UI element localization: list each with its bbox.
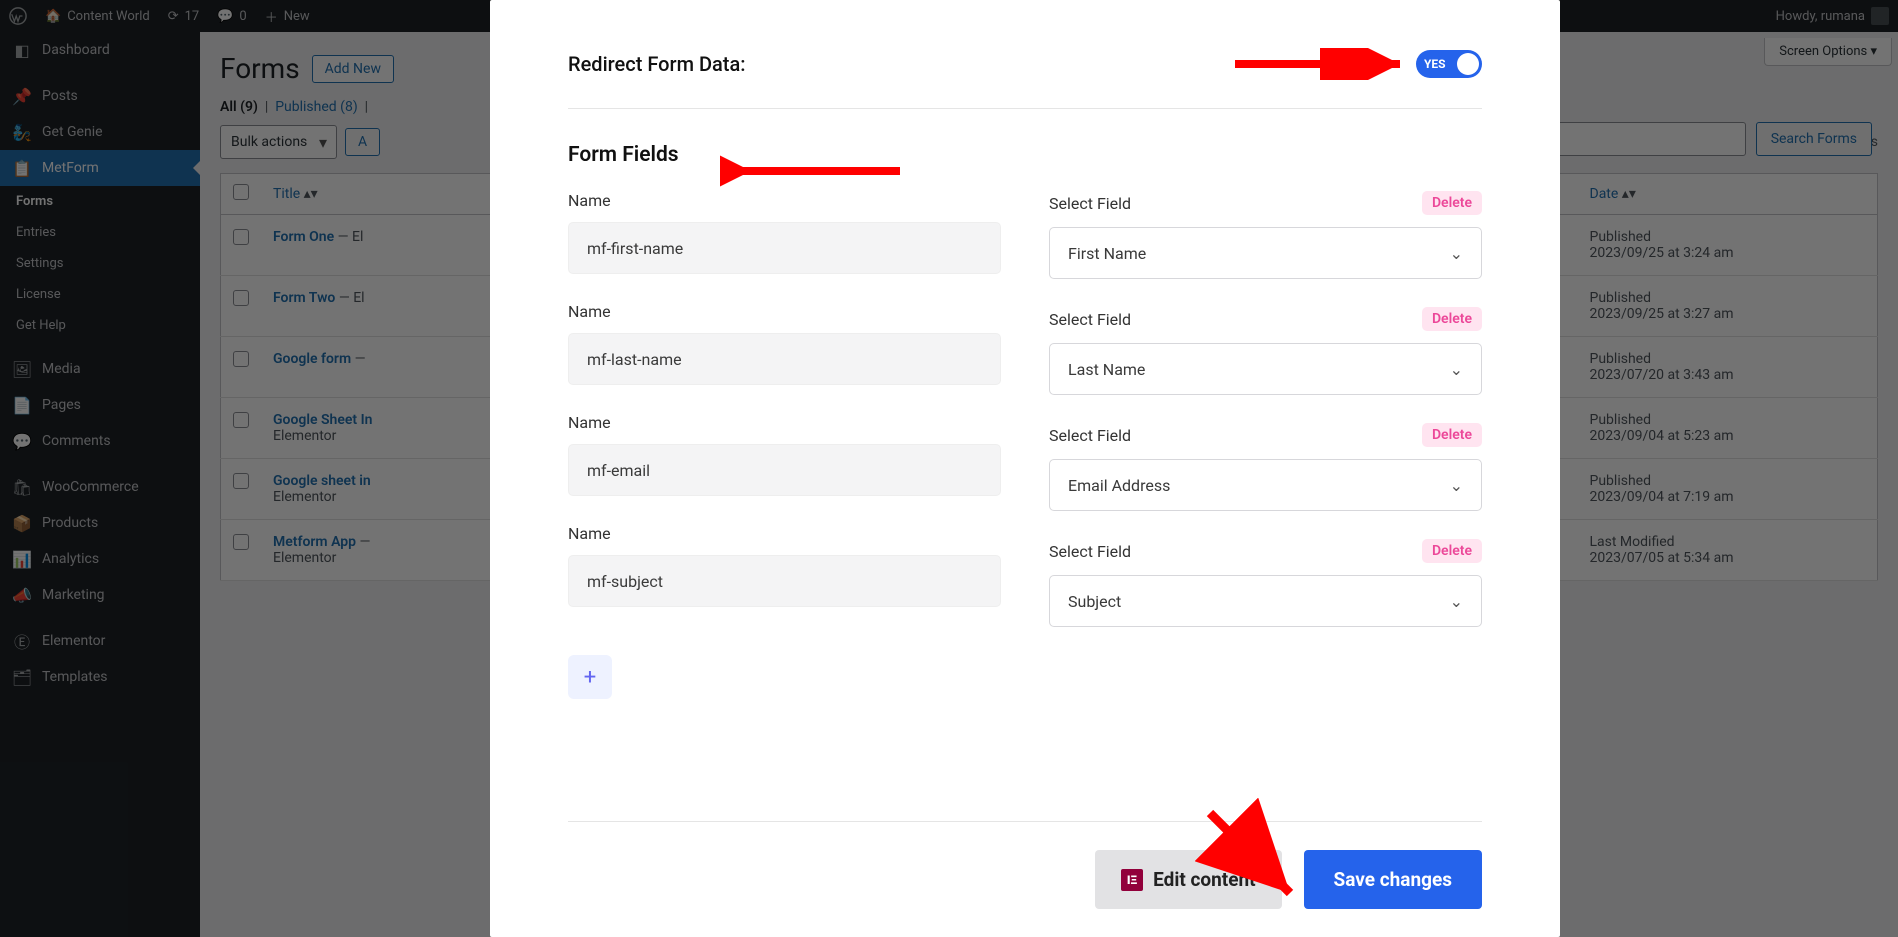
name-label: Name [568,302,1001,321]
delete-field-button[interactable]: Delete [1422,539,1482,563]
annotation-arrow [1195,798,1315,918]
form-fields-heading: Form Fields [568,143,1482,167]
redirect-label: Redirect Form Data: [568,52,746,76]
chevron-down-icon: ⌄ [1450,360,1463,379]
select-field-dropdown[interactable]: Email Address⌄ [1049,459,1482,511]
field-name-input[interactable] [568,444,1001,496]
elementor-icon: IΞ [1121,869,1143,891]
select-field-dropdown[interactable]: Last Name⌄ [1049,343,1482,395]
delete-field-button[interactable]: Delete [1422,307,1482,331]
redirect-toggle[interactable]: YES [1416,50,1482,78]
save-changes-button[interactable]: Save changes [1304,850,1482,909]
select-field-label: Select Field [1049,426,1131,445]
chevron-down-icon: ⌄ [1450,244,1463,263]
annotation-arrow [720,155,910,187]
field-name-input[interactable] [568,555,1001,607]
select-field-label: Select Field [1049,310,1131,329]
select-field-dropdown[interactable]: Subject⌄ [1049,575,1482,627]
delete-field-button[interactable]: Delete [1422,423,1482,447]
field-name-input[interactable] [568,222,1001,274]
add-field-button[interactable]: + [568,655,612,699]
form-settings-modal: Redirect Form Data: YES Form Fields Name… [490,0,1560,937]
chevron-down-icon: ⌄ [1450,476,1463,495]
name-label: Name [568,191,1001,210]
select-field-dropdown[interactable]: First Name⌄ [1049,227,1482,279]
select-field-label: Select Field [1049,542,1131,561]
chevron-down-icon: ⌄ [1450,592,1463,611]
plus-icon: + [584,665,596,690]
name-label: Name [568,524,1001,543]
delete-field-button[interactable]: Delete [1422,191,1482,215]
toggle-knob [1457,53,1479,75]
select-field-label: Select Field [1049,194,1131,213]
annotation-arrow [1225,48,1415,80]
name-label: Name [568,413,1001,432]
field-name-input[interactable] [568,333,1001,385]
